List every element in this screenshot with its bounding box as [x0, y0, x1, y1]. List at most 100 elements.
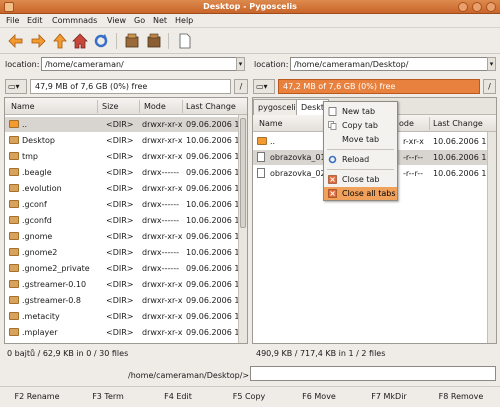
home-icon[interactable] — [72, 33, 88, 49]
cell-size: <DIR> — [106, 264, 134, 273]
f4-edit-button[interactable]: F4 Edit — [146, 392, 210, 401]
column-last-change[interactable]: Last Change — [186, 102, 236, 111]
cell-date: 10.06.2006 1 — [433, 153, 487, 162]
up-arrow-icon — [257, 137, 267, 145]
menu-view[interactable]: View — [107, 16, 126, 25]
tab-context-menu: New tab Copy tab Move tab Reload Close t… — [323, 101, 398, 201]
folder-icon — [9, 168, 19, 176]
back-arrow-icon[interactable] — [8, 33, 24, 49]
menu-help[interactable]: Help — [175, 16, 193, 25]
column-name[interactable]: Name — [11, 102, 35, 111]
new-tab-icon — [328, 107, 337, 116]
folder-icon — [9, 328, 19, 336]
column-size[interactable]: Size — [102, 102, 118, 111]
table-row[interactable]: .gconfd <DIR> drwx------ 10.06.2006 1 — [5, 213, 247, 228]
right-drive-select[interactable]: / — [483, 79, 496, 94]
cell-name: .gnome — [22, 232, 53, 241]
left-scrollbar[interactable] — [238, 115, 247, 343]
table-row[interactable]: .gconf <DIR> drwx------ 10.06.2006 1 — [5, 197, 247, 212]
menu-item-label: Move tab — [342, 135, 380, 144]
menu-item-new-tab[interactable]: New tab — [324, 105, 397, 118]
table-row[interactable]: .. <DIR> drwxr-xr-x 09.06.2006 1 — [5, 117, 247, 132]
cell-name: .gstreamer-0.10 — [22, 280, 87, 289]
column-name[interactable]: Name — [259, 119, 283, 128]
right-drive-icon[interactable]: ▭▾ — [253, 79, 275, 94]
left-location-input[interactable]: /home/cameraman/ — [41, 57, 243, 71]
table-row[interactable]: Desktop <DIR> drwxr-xr-x 10.06.2006 1 — [5, 133, 247, 148]
minimize-button[interactable] — [458, 2, 468, 12]
cell-name: .gconfd — [22, 216, 52, 225]
f3-term-button[interactable]: F3 Term — [76, 392, 140, 401]
reload-icon — [328, 155, 337, 164]
menu-edit[interactable]: Edit — [27, 16, 43, 25]
new-document-icon[interactable] — [177, 33, 193, 49]
table-row[interactable]: .evolution <DIR> drwxr-xr-x 09.06.2006 1 — [5, 181, 247, 196]
cell-size: <DIR> — [106, 184, 134, 193]
left-location-label: location: — [5, 60, 40, 69]
left-scrollbar-thumb[interactable] — [240, 118, 246, 228]
right-free-space: 47,2 MB of 7,6 GB (0%) free — [278, 79, 480, 94]
left-drive-select[interactable]: / — [234, 79, 248, 94]
left-file-panel: Name Size Mode Last Change .. <DIR> drwxr-… — [4, 97, 248, 344]
cell-mode: drwx------ — [142, 264, 179, 273]
maximize-button[interactable] — [472, 2, 482, 12]
table-row[interactable]: .gstreamer-0.8 <DIR> drwxr-xr-x 09.06.2006 … — [5, 293, 247, 308]
forward-arrow-icon[interactable] — [30, 33, 46, 49]
left-drive-icon[interactable]: ▭▾ — [5, 79, 27, 94]
folder-icon — [9, 312, 19, 320]
up-arrow-icon[interactable] — [52, 33, 68, 49]
package-icon[interactable] — [146, 33, 162, 49]
menu-net[interactable]: Net — [153, 16, 167, 25]
right-status: 490,9 KB / 717,4 KB in 1 / 2 files — [256, 349, 386, 358]
column-mode[interactable]: ode — [399, 119, 414, 128]
cell-size: <DIR> — [106, 280, 134, 289]
refresh-icon[interactable] — [93, 33, 109, 49]
f8-remove-button[interactable]: F8 Remove — [428, 392, 494, 401]
cell-mode: -r--r-- — [403, 153, 423, 162]
cell-mode: drwx------ — [142, 200, 179, 209]
command-input[interactable] — [250, 366, 496, 381]
folder-icon — [9, 216, 19, 224]
menu-file[interactable]: File — [6, 16, 19, 25]
table-row[interactable]: .gnome2 <DIR> drwx------ 10.06.2006 1 — [5, 245, 247, 260]
cell-size: <DIR> — [106, 312, 134, 321]
package-icon[interactable] — [124, 33, 140, 49]
table-row[interactable]: tmp <DIR> drwxr-xr-x 09.06.2006 1 — [5, 149, 247, 164]
folder-icon — [9, 296, 19, 304]
menu-item-copy-tab[interactable]: Copy tab — [324, 119, 397, 132]
column-last-change[interactable]: Last Change — [433, 119, 483, 128]
menu-item-close-all-tabs[interactable]: Close all tabs — [324, 187, 397, 200]
cell-mode: drwxr-xr-x — [142, 312, 182, 321]
f5-copy-button[interactable]: F5 Copy — [217, 392, 281, 401]
table-row[interactable]: .metacity <DIR> drwxr-xr-x 09.06.2006 1 — [5, 309, 247, 324]
f2-rename-button[interactable]: F2 Rename — [5, 392, 69, 401]
copy-tab-icon — [328, 121, 337, 130]
right-scrollbar[interactable] — [487, 132, 496, 343]
table-row[interactable]: .gnome2_private <DIR> drwx------ 09.06.2006… — [5, 261, 247, 276]
menu-item-close-tab[interactable]: Close tab — [324, 173, 397, 186]
image-file-icon — [257, 152, 265, 162]
f7-mkdir-button[interactable]: F7 MkDir — [357, 392, 421, 401]
cell-size: <DIR> — [106, 168, 134, 177]
table-row[interactable]: .mplayer <DIR> drwxr-xr-x 09.06.2006 1 — [5, 325, 247, 340]
right-location-input[interactable]: /home/cameraman/Desktop/ — [290, 57, 488, 71]
cell-size: <DIR> — [106, 136, 134, 145]
left-location-dropdown-button[interactable]: ▾ — [236, 57, 245, 71]
cell-date: 09.06.2006 1 — [186, 328, 240, 337]
toolbar-separator — [116, 33, 117, 49]
f6-move-button[interactable]: F6 Move — [287, 392, 351, 401]
menu-go[interactable]: Go — [134, 16, 145, 25]
column-mode[interactable]: Mode — [144, 102, 166, 111]
cell-date: 09.06.2006 1 — [186, 232, 240, 241]
menu-item-label: Close all tabs — [342, 189, 396, 198]
menu-item-move-tab[interactable]: Move tab — [324, 133, 397, 146]
close-window-button[interactable] — [486, 2, 496, 12]
menu-item-reload[interactable]: Reload — [324, 153, 397, 166]
right-location-dropdown-button[interactable]: ▾ — [487, 57, 496, 71]
table-row[interactable]: .gstreamer-0.10 <DIR> drwxr-xr-x 09.06.2006… — [5, 277, 247, 292]
table-row[interactable]: .gnome <DIR> drwxr-xr-x 09.06.2006 1 — [5, 229, 247, 244]
cell-size: <DIR> — [106, 152, 134, 161]
table-row[interactable]: .beagle <DIR> drwx------ 09.06.2006 1 — [5, 165, 247, 180]
menu-commands[interactable]: Commnads — [52, 16, 97, 25]
cell-date: 10.06.2006 1 — [433, 137, 487, 146]
